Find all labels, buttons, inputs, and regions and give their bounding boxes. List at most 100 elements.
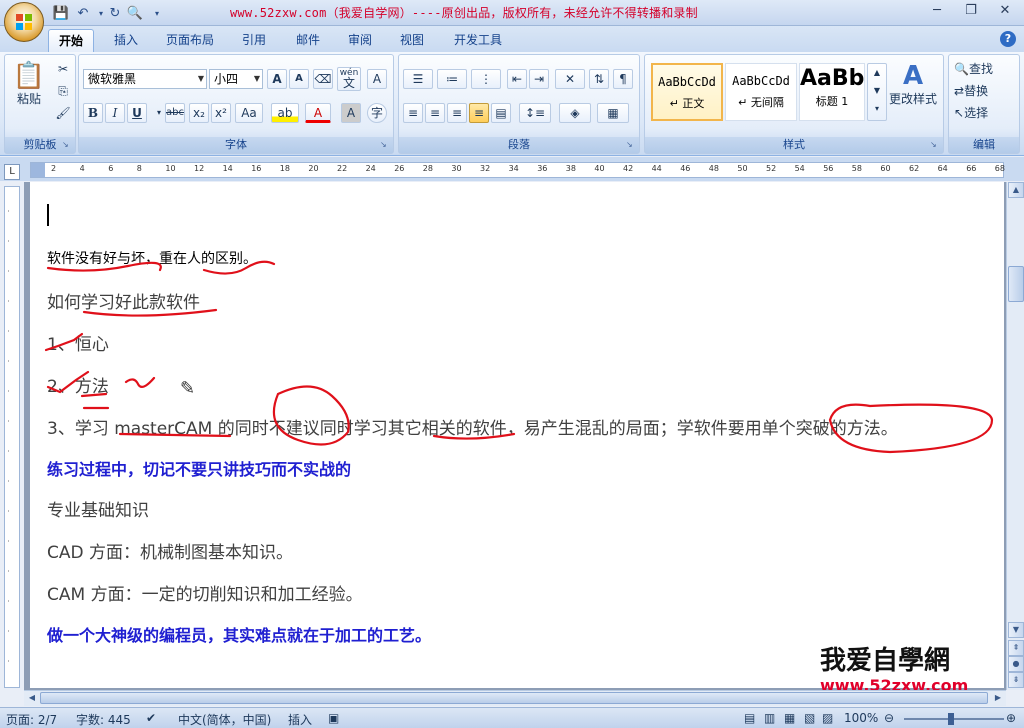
web-layout-view-icon[interactable]: ▦ [784,711,795,725]
clear-format-icon[interactable]: ⌫ [313,69,333,89]
grow-font-button[interactable]: A [267,69,287,89]
tab-developer[interactable]: 开发工具 [444,29,512,52]
font-color-button[interactable]: A [305,103,331,123]
redo-icon[interactable]: ↻ [106,4,124,22]
undo-icon[interactable]: ↶ [74,4,92,22]
superscript-button[interactable]: x² [211,103,231,123]
highlight-button[interactable]: ab [271,103,299,123]
styles-launcher-icon[interactable]: ↘ [930,140,940,150]
enclose-characters-button[interactable]: 字 [367,103,387,123]
increase-indent-icon[interactable]: ⇥ [529,69,549,89]
horizontal-ruler[interactable]: 2 4 6 8 10 12 14 16 18 20 22 24 26 28 30 32 34 36 38 40 42 44… [30,162,1005,178]
scroll-down-icon[interactable]: ▼ [1008,622,1024,638]
font-size-combo[interactable]: 小四 ▼ [209,69,263,89]
multilevel-list-icon[interactable]: ⋮ [471,69,501,89]
justify-icon[interactable]: ≡ [469,103,489,123]
tab-home[interactable]: 开始 [48,29,95,52]
zoom-slider[interactable] [904,718,1004,720]
minimize-button[interactable]: ─ [924,2,950,22]
font-launcher-icon[interactable]: ↘ [380,140,390,150]
full-screen-view-icon[interactable]: ▥ [764,711,775,725]
ruler-number: 16 [251,164,262,173]
tab-view[interactable]: 视图 [390,29,434,52]
strikethrough-button[interactable]: abc [165,103,185,123]
borders-icon[interactable]: ▦ [597,103,629,123]
font-name-combo[interactable]: 微软雅黑 ▼ [83,69,207,89]
document-page[interactable]: 软件没有好与坏，重在人的区别。 如何学习好此款软件 1、恒心 2、方法 3、学习… [30,182,1004,688]
numbering-icon[interactable]: ≔ [437,69,467,89]
outline-view-icon[interactable]: ▧ [804,711,815,725]
hscroll-thumb[interactable] [40,692,988,704]
customize-quick-access-icon[interactable]: ▾ [148,4,166,22]
previous-page-icon[interactable]: ⇞ [1008,640,1024,656]
zoom-out-icon[interactable]: ⊖ [884,711,894,725]
proofing-icon[interactable]: ✔ [146,711,156,725]
style-normal[interactable]: AaBbCcDd ↵ 正文 [651,63,723,121]
replace-button[interactable]: ⇄替换 [953,81,1017,101]
align-center-icon[interactable]: ≡ [425,103,445,123]
tab-insert[interactable]: 插入 [104,29,148,52]
print-layout-view-icon[interactable]: ▤ [744,711,755,725]
bullets-icon[interactable]: ☰ [403,69,433,89]
subscript-button[interactable]: x₂ [189,103,209,123]
horizontal-scrollbar[interactable]: ◀ ▶ [24,690,1006,706]
decrease-indent-icon[interactable]: ⇤ [507,69,527,89]
distributed-icon[interactable]: ▤ [491,103,511,123]
phonetic-guide-button[interactable]: wén 文 [337,67,361,91]
paragraph-launcher-icon[interactable]: ↘ [626,140,636,150]
underline-button[interactable]: U [127,103,147,123]
italic-button[interactable]: I [105,103,125,123]
bold-button[interactable]: B [83,103,103,123]
scroll-thumb[interactable] [1008,266,1024,302]
scroll-right-icon[interactable]: ▶ [990,691,1006,705]
style-heading1[interactable]: AaBb 标题 1 [799,63,865,121]
format-painter-icon[interactable]: 🖌 [53,103,73,123]
tab-stop-selector[interactable]: L [4,164,20,180]
shading-icon[interactable]: ◈ [559,103,591,123]
clipboard-group: 📋 粘贴 ✂ ⎘ 🖌 剪贴板 ↘ [4,54,76,154]
zoom-level[interactable]: 100% [844,711,878,725]
maximize-button[interactable]: ❐ [958,2,984,22]
scroll-left-icon[interactable]: ◀ [24,691,40,705]
sort-icon[interactable]: ⇅ [589,69,609,89]
asian-layout-icon[interactable]: ✕ [555,69,585,89]
change-case-button[interactable]: Aa [235,103,263,123]
zoom-slider-thumb[interactable] [948,713,954,725]
copy-icon[interactable]: ⎘ [53,81,73,101]
align-left-icon[interactable]: ≡ [403,103,423,123]
line-spacing-icon[interactable]: ↕≡ [519,103,551,123]
scroll-up-icon[interactable]: ▲ [1008,182,1024,198]
insert-mode[interactable]: 插入 [288,711,312,728]
word-count[interactable]: 字数: 445 [76,711,131,728]
save-icon[interactable]: 💾 [52,4,70,22]
print-preview-icon[interactable]: 🔍 [126,4,144,22]
align-right-icon[interactable]: ≡ [447,103,467,123]
next-page-icon[interactable]: ⇟ [1008,672,1024,688]
tab-review[interactable]: 审阅 [338,29,382,52]
character-border-button[interactable]: A [367,69,387,89]
close-button[interactable]: ✕ [992,2,1018,22]
find-button[interactable]: 🔍查找 [953,59,1017,79]
shrink-font-button[interactable]: A [289,69,309,89]
draft-view-icon[interactable]: ▨ [822,711,833,725]
tab-page-layout[interactable]: 页面布局 [156,29,224,52]
select-button[interactable]: ↖选择 [953,103,1017,123]
clipboard-launcher-icon[interactable]: ↘ [62,140,72,150]
language-indicator[interactable]: 中文(简体，中国) [178,711,271,728]
style-no-spacing[interactable]: AaBbCcDd ↵ 无间隔 [725,63,797,121]
paste-button[interactable]: 📋 粘贴 [9,59,49,117]
show-marks-icon[interactable]: ¶ [613,69,633,89]
tab-references[interactable]: 引用 [232,29,276,52]
help-icon[interactable]: ? [1000,31,1016,47]
vertical-scrollbar[interactable]: ▲ ▼ ⇞ ● ⇟ [1006,182,1024,690]
tab-mailings[interactable]: 邮件 [286,29,330,52]
character-shading-button[interactable]: A [341,103,361,123]
cut-icon[interactable]: ✂ [53,59,73,79]
select-browse-object-icon[interactable]: ● [1008,656,1024,672]
page-indicator[interactable]: 页面: 2/7 [6,711,57,728]
macro-record-icon[interactable]: ▣ [328,711,339,725]
office-button[interactable] [4,2,44,42]
zoom-in-icon[interactable]: ⊕ [1006,711,1016,725]
change-styles-button[interactable]: A 更改样式 [885,59,941,121]
styles-scroll[interactable]: ▲ ▼ ▾ [867,63,887,121]
